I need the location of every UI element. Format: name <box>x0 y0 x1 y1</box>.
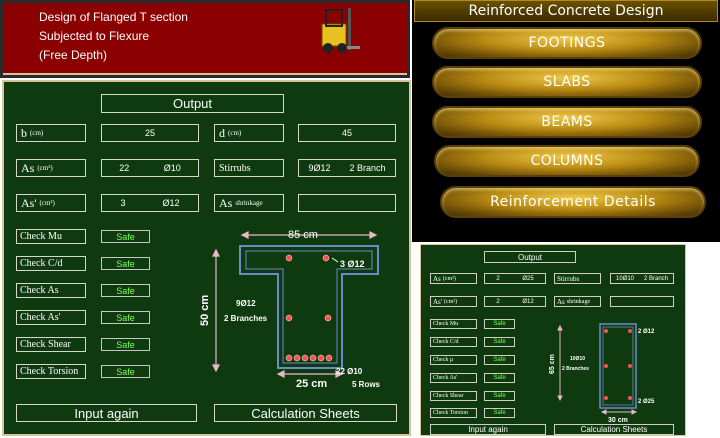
small-as-value: 2 Ø25 <box>484 273 546 284</box>
top-bars-label: 3 Ø12 <box>340 259 365 269</box>
small-check-shear-label: Check Shear <box>430 391 477 401</box>
stirrup-label-1: 9Ø12 <box>236 299 256 308</box>
stirrups-label: Stirrubs <box>214 159 284 177</box>
menu-item-reinforcement-details[interactable]: Reinforcement Details <box>440 186 706 218</box>
forklift-icon <box>321 8 360 53</box>
small-as-prime-label: As' (cm²) <box>430 296 477 307</box>
as-prime-value: 3 Ø12 <box>101 194 199 212</box>
small-check-cd-status: Safe <box>484 337 515 347</box>
web-width-label: 25 cm <box>296 378 327 390</box>
d-value: 45 <box>298 124 396 142</box>
check-as-prime-status: Safe <box>101 311 150 324</box>
small-width-label: 30 cm <box>608 417 628 424</box>
small-output-title: Output <box>484 251 576 263</box>
small-check-torsion-label: Check Torsion <box>430 408 477 418</box>
small-stirrups-value: 10Ø10 2 Branch <box>610 273 674 284</box>
small-bottom-bars-label: 2 Ø25 <box>638 399 655 405</box>
check-as-status: Safe <box>101 284 150 297</box>
small-check-shear-status: Safe <box>484 391 515 401</box>
small-check-as-prime-status: Safe <box>484 373 515 383</box>
check-as-prime-label: Check As' <box>16 310 86 325</box>
check-cd-label: Check C/d <box>16 256 86 271</box>
header-frame: Design of Flanged T section Subjected to… <box>0 0 410 78</box>
as-shrinkage-value <box>298 194 396 212</box>
as-shrinkage-label: As shrinkage <box>214 194 284 212</box>
menu-item-beams[interactable]: BEAMS <box>432 106 702 138</box>
menu-panel: Reinforced Concrete Design FOOTINGS SLAB… <box>412 0 720 242</box>
small-stirrups-label: Stirrubs <box>554 273 601 284</box>
check-cd-status: Safe <box>101 257 150 270</box>
output-title: Output <box>101 94 284 113</box>
small-check-mu2-status: Safe <box>484 355 515 365</box>
small-check-torsion-status: Safe <box>484 408 515 418</box>
check-shear-label: Check Shear <box>16 337 86 352</box>
menu-title-bar: Reinforced Concrete Design <box>414 0 718 22</box>
small-top-bars-label: 2 Ø12 <box>638 329 655 335</box>
small-check-mu-status: Safe <box>484 319 515 329</box>
small-as-label: As (cm²) <box>430 273 477 284</box>
small-as-shrinkage-value <box>610 296 674 307</box>
small-stirrup-label-1: 10Ø10 <box>570 356 585 362</box>
small-check-mu-label: Check Mu <box>430 319 477 329</box>
as-label: As (cm²) <box>16 159 86 177</box>
check-torsion-status: Safe <box>101 365 150 378</box>
calculation-sheets-button[interactable]: Calculation Sheets <box>214 404 397 422</box>
small-check-as-prime-label: Check As' <box>430 373 477 383</box>
small-as-prime-value: 2 Ø12 <box>484 296 546 307</box>
check-as-label: Check As <box>16 283 86 298</box>
stirrup-label-2: 2 Branches <box>224 314 268 323</box>
flange-width-label: 85 cm <box>288 229 318 241</box>
small-calculation-sheets-button[interactable]: Calculation Sheets <box>554 424 674 435</box>
depth-label: 50 cm <box>199 295 211 326</box>
b-label: b (cm) <box>16 124 86 142</box>
check-shear-status: Safe <box>101 338 150 351</box>
check-mu-status: Safe <box>101 230 150 243</box>
small-section-drawing: 2 Ø12 65 cm 10Ø10 2 Branches 2 Ø25 30 cm <box>549 323 655 424</box>
small-as-shrinkage-label: As shrinkage <box>554 296 601 307</box>
small-check-mu2-label: Check µ <box>430 355 477 365</box>
check-mu-label: Check Mu <box>16 229 86 244</box>
d-label: d (cm) <box>214 124 284 142</box>
small-check-cd-label: Check C/d <box>430 337 477 347</box>
as-value: 22 Ø10 <box>101 159 199 177</box>
menu-item-footings[interactable]: FOOTINGS <box>432 27 702 59</box>
small-stirrup-label-2: 2 Branches <box>562 366 589 372</box>
t-section-drawing: 85 cm 3 Ø12 50 cm 9Ø12 2 Branches 22 Ø10… <box>199 229 381 390</box>
menu-item-columns[interactable]: COLUMNS <box>434 145 700 177</box>
stirrups-value: 9Ø12 2 Branch <box>298 159 396 177</box>
bottom-bars-label: 22 Ø10 <box>336 367 363 376</box>
as-prime-label: As' (cm²) <box>16 194 86 212</box>
check-torsion-label: Check Torsion <box>16 364 86 379</box>
b-value: 25 <box>101 124 199 142</box>
small-input-again-button[interactable]: Input again <box>430 424 546 435</box>
rows-label: 5 Rows <box>352 380 381 389</box>
input-again-button[interactable]: Input again <box>16 404 197 422</box>
small-depth-label: 65 cm <box>549 354 556 374</box>
menu-item-slabs[interactable]: SLABS <box>432 66 702 98</box>
